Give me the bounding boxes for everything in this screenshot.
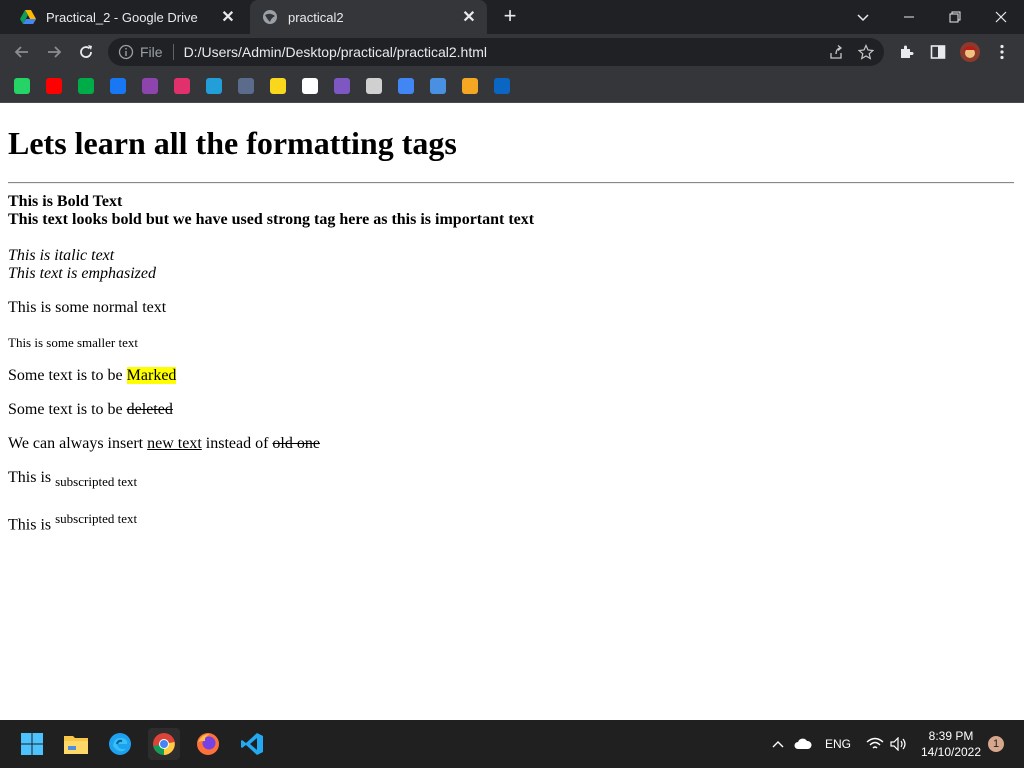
firefox-icon[interactable] xyxy=(192,728,224,760)
normal-text: This is some normal text xyxy=(8,299,167,316)
deleted-text: deleted xyxy=(126,401,173,418)
instagram-icon[interactable] xyxy=(174,78,190,94)
forward-button[interactable] xyxy=(42,40,66,64)
google-drive-icon xyxy=(20,9,36,25)
clock-time: 8:39 PM xyxy=(928,729,974,743)
pb-icon[interactable] xyxy=(142,78,158,94)
moon-icon[interactable] xyxy=(238,78,254,94)
tab-search-icon[interactable] xyxy=(840,0,886,34)
volume-icon[interactable] xyxy=(890,720,908,768)
bold-text: This is Bold Text xyxy=(8,193,123,210)
info-icon[interactable] xyxy=(118,44,134,60)
tab-title: practical2 xyxy=(288,9,344,25)
linkedin-icon[interactable] xyxy=(494,78,510,94)
clock[interactable]: 8:39 PM 14/10/2022 xyxy=(918,728,984,760)
subscripted-text: subscripted text xyxy=(55,474,138,490)
mark-prefix: Some text is to be xyxy=(8,367,127,384)
notes-icon[interactable] xyxy=(270,78,286,94)
bars-icon[interactable] xyxy=(462,78,478,94)
show-hidden-icons[interactable] xyxy=(772,720,784,768)
page-content: Lets learn all the formatting tags This … xyxy=(0,103,1024,720)
menu-kebab-icon[interactable] xyxy=(990,40,1014,64)
globe-icon xyxy=(262,9,278,25)
start-button[interactable] xyxy=(16,728,48,760)
clock-date: 14/10/2022 xyxy=(920,745,982,759)
sub-prefix: This is xyxy=(8,469,56,486)
bookmark-star-icon[interactable] xyxy=(857,44,875,65)
close-tab-icon[interactable]: ✕ xyxy=(459,7,479,27)
amazon-icon[interactable] xyxy=(302,78,318,94)
globe-icon[interactable] xyxy=(366,78,382,94)
taskbar: ENG 8:39 PM 14/10/2022 1 xyxy=(0,720,1024,768)
wifi-icon[interactable] xyxy=(866,720,884,768)
download-icon[interactable] xyxy=(398,78,414,94)
sup-prefix: This is xyxy=(8,516,56,534)
bot-icon[interactable] xyxy=(430,78,446,94)
restore-button[interactable] xyxy=(932,0,978,34)
telegram-icon[interactable] xyxy=(206,78,222,94)
notification-badge[interactable]: 1 xyxy=(988,736,1004,752)
minimize-button[interactable] xyxy=(886,0,932,34)
share-icon[interactable] xyxy=(828,44,844,65)
profile-avatar[interactable] xyxy=(958,40,982,64)
url-text[interactable]: D:/Users/Admin/Desktop/practical/practic… xyxy=(184,44,487,60)
italic-text: This is italic text xyxy=(8,247,115,264)
close-tab-icon[interactable]: ✕ xyxy=(218,7,238,27)
marked-text: Marked xyxy=(126,367,177,384)
scheme-label: File xyxy=(140,44,163,60)
tab-strip: Practical_2 - Google Drive ✕ practical2 … xyxy=(0,0,1024,34)
vscode-icon[interactable] xyxy=(236,728,268,760)
side-panel-icon[interactable] xyxy=(926,40,950,64)
reload-button[interactable] xyxy=(74,40,98,64)
meet-icon[interactable] xyxy=(78,78,94,94)
insert-line: We can always insert new text instead of… xyxy=(8,435,320,453)
extensions-icon[interactable] xyxy=(894,40,918,64)
youtube-icon[interactable] xyxy=(46,78,62,94)
delete-line: Some text is to be deleted xyxy=(8,401,173,419)
edge-icon[interactable] xyxy=(104,728,136,760)
whatsapp-icon[interactable] xyxy=(14,78,30,94)
bookmarks-bar xyxy=(0,70,1024,103)
omnibox-divider xyxy=(172,44,174,60)
facebook-icon[interactable] xyxy=(110,78,126,94)
small-text: This is some smaller text xyxy=(8,335,138,350)
tab-google-drive[interactable]: Practical_2 - Google Drive ✕ xyxy=(8,0,246,34)
emphasized-text: This text is emphasized xyxy=(8,265,156,282)
ins-middle: instead of xyxy=(201,435,273,452)
contact-icon[interactable] xyxy=(334,78,350,94)
address-bar[interactable]: File D:/Users/Admin/Desktop/practical/pr… xyxy=(108,38,884,66)
tab-title: Practical_2 - Google Drive xyxy=(46,9,198,25)
superscript-line: This is subscripted text xyxy=(8,511,137,534)
browser-toolbar: File D:/Users/Admin/Desktop/practical/pr… xyxy=(0,34,1024,70)
page-heading: Lets learn all the formatting tags xyxy=(8,125,457,161)
onedrive-icon[interactable] xyxy=(794,720,812,768)
back-button[interactable] xyxy=(10,40,34,64)
horizontal-rule xyxy=(8,182,1014,184)
language-indicator[interactable]: ENG xyxy=(825,720,851,768)
ins-prefix: We can always insert xyxy=(8,435,148,452)
superscripted-text: subscripted text xyxy=(55,511,138,526)
close-window-button[interactable] xyxy=(978,0,1024,34)
chrome-icon[interactable] xyxy=(148,728,180,760)
file-explorer-icon[interactable] xyxy=(60,728,92,760)
mark-line: Some text is to be Marked xyxy=(8,367,177,385)
old-deleted-text: old one xyxy=(272,435,320,452)
new-tab-button[interactable]: + xyxy=(499,5,521,28)
subscript-line: This is subscripted text xyxy=(8,469,137,490)
strong-text: This text looks bold but we have used st… xyxy=(8,211,535,228)
tab-practical2[interactable]: practical2 ✕ xyxy=(250,0,487,34)
del-prefix: Some text is to be xyxy=(8,401,127,418)
inserted-text: new text xyxy=(147,435,202,452)
